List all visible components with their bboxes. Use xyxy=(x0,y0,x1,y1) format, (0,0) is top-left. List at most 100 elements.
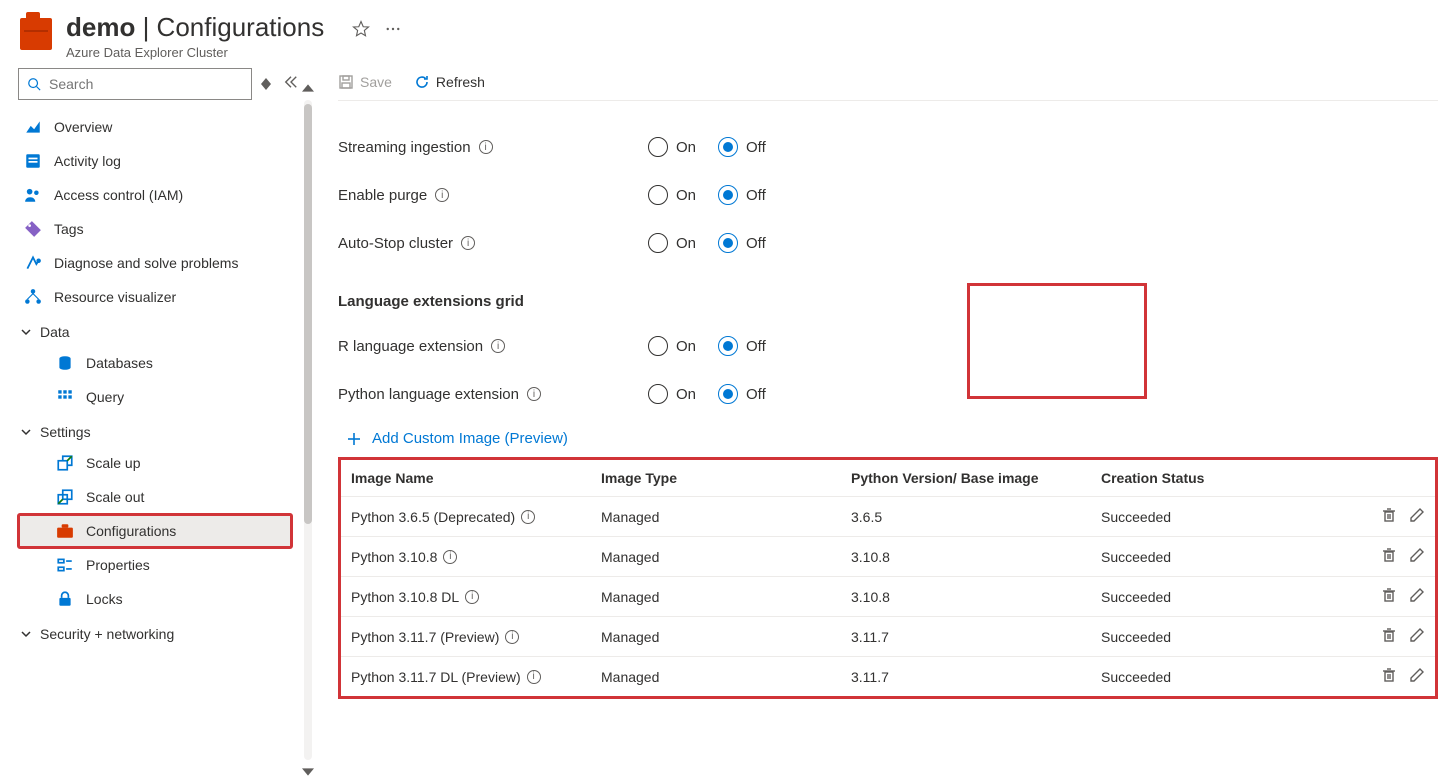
nav-search-input[interactable] xyxy=(47,75,243,93)
radio-purge-off[interactable]: Off xyxy=(718,185,766,205)
info-icon[interactable]: i xyxy=(527,387,541,401)
nav-item-locks[interactable]: Locks xyxy=(18,582,292,616)
nav-group-label: Data xyxy=(40,324,70,340)
info-icon[interactable]: i xyxy=(461,236,475,250)
page-title: demo | Configurations xyxy=(66,12,324,43)
radio-autostop-on[interactable]: On xyxy=(648,233,696,253)
radio-streaming-on[interactable]: On xyxy=(648,137,696,157)
nav-item-resource-visualizer[interactable]: Resource visualizer xyxy=(18,280,292,314)
info-icon[interactable]: i xyxy=(435,188,449,202)
nav-item-scale-out[interactable]: Scale out xyxy=(18,480,292,514)
nav-item-scale-up[interactable]: Scale up xyxy=(18,446,292,480)
nav-item-query[interactable]: Query xyxy=(18,380,292,414)
edit-icon[interactable] xyxy=(1409,627,1425,646)
access-control-icon xyxy=(24,186,42,204)
image-status: Succeeded xyxy=(1091,577,1355,617)
radio-py-off[interactable]: Off xyxy=(718,384,766,404)
nav-item-label: Tags xyxy=(54,221,84,237)
setting-python-extension: Python language extensioni On Off xyxy=(338,370,1438,418)
configurations-icon xyxy=(56,522,74,540)
delete-icon[interactable] xyxy=(1381,587,1397,606)
delete-icon[interactable] xyxy=(1381,627,1397,646)
edit-icon[interactable] xyxy=(1409,547,1425,566)
more-ellipsis-icon[interactable] xyxy=(384,20,402,38)
info-icon[interactable]: i xyxy=(443,550,457,564)
nav-item-label: Configurations xyxy=(86,523,176,539)
nav-item-overview[interactable]: Overview xyxy=(18,110,292,144)
setting-label-text: R language extension xyxy=(338,338,483,355)
image-version: 3.10.8 xyxy=(841,537,1091,577)
radio-py-on[interactable]: On xyxy=(648,384,696,404)
scale-up-icon xyxy=(56,454,74,472)
image-status: Succeeded xyxy=(1091,617,1355,657)
nav-group-label: Security + networking xyxy=(40,626,174,642)
nav-search-box[interactable] xyxy=(18,68,252,100)
image-status: Succeeded xyxy=(1091,657,1355,697)
radio-r-off[interactable]: Off xyxy=(718,336,766,356)
info-icon[interactable]: i xyxy=(479,140,493,154)
info-icon[interactable]: i xyxy=(465,590,479,604)
scale-out-icon xyxy=(56,488,74,506)
setting-label-text: Enable purge xyxy=(338,187,427,204)
setting-enable-purge: Enable purge i On Off xyxy=(338,171,1438,219)
nav-item-label: Databases xyxy=(86,355,153,371)
table-row: Python 3.11.7 DL (Preview)iManaged3.11.7… xyxy=(341,657,1435,697)
nav-item-label: Access control (IAM) xyxy=(54,187,183,203)
col-creation-status: Creation Status xyxy=(1091,460,1355,497)
info-icon[interactable]: i xyxy=(505,630,519,644)
radio-r-on[interactable]: On xyxy=(648,336,696,356)
nav-item-tags[interactable]: Tags xyxy=(18,212,292,246)
edit-icon[interactable] xyxy=(1409,507,1425,526)
image-name: Python 3.10.8 xyxy=(351,549,437,565)
nav-item-access-control[interactable]: Access control (IAM) xyxy=(18,178,292,212)
image-type: Managed xyxy=(591,537,841,577)
delete-icon[interactable] xyxy=(1381,507,1397,526)
radio-autostop-off[interactable]: Off xyxy=(718,233,766,253)
nav-item-configurations[interactable]: Configurations xyxy=(18,514,292,548)
add-custom-image-button[interactable]: Add Custom Image (Preview) xyxy=(346,430,1438,447)
info-icon[interactable]: i xyxy=(491,339,505,353)
images-table-highlight: Image Name Image Type Python Version/ Ba… xyxy=(338,457,1438,699)
favorite-star-icon[interactable] xyxy=(352,20,370,38)
setting-streaming-ingestion: Streaming ingestion i On Off xyxy=(338,123,1438,171)
collapse-nav-icon[interactable] xyxy=(280,71,302,98)
nav-group-label: Settings xyxy=(40,424,91,440)
nav-group-data[interactable]: Data xyxy=(18,314,292,346)
image-type: Managed xyxy=(591,577,841,617)
save-label: Save xyxy=(360,74,392,90)
col-image-name: Image Name xyxy=(341,460,591,497)
add-custom-label: Add Custom Image (Preview) xyxy=(372,430,568,447)
image-name: Python 3.10.8 DL xyxy=(351,589,459,605)
nav-item-activity-log[interactable]: Activity log xyxy=(18,144,292,178)
setting-label-text: Streaming ingestion xyxy=(338,139,471,156)
image-version: 3.11.7 xyxy=(841,617,1091,657)
diagnose-icon xyxy=(24,254,42,272)
info-icon[interactable]: i xyxy=(521,510,535,524)
edit-icon[interactable] xyxy=(1409,667,1425,686)
radio-streaming-off[interactable]: Off xyxy=(718,137,766,157)
locks-icon xyxy=(56,590,74,608)
nav-item-label: Scale out xyxy=(86,489,144,505)
radio-purge-on[interactable]: On xyxy=(648,185,696,205)
image-version: 3.11.7 xyxy=(841,657,1091,697)
nav-item-databases[interactable]: Databases xyxy=(18,346,292,380)
page-subtitle: Azure Data Explorer Cluster xyxy=(66,45,324,60)
nav-scrollbar[interactable] xyxy=(304,100,312,760)
nav-item-properties[interactable]: Properties xyxy=(18,548,292,582)
edit-icon[interactable] xyxy=(1409,587,1425,606)
col-image-type: Image Type xyxy=(591,460,841,497)
image-status: Succeeded xyxy=(1091,497,1355,537)
table-row: Python 3.6.5 (Deprecated)iManaged3.6.5Su… xyxy=(341,497,1435,537)
tags-icon xyxy=(24,220,42,238)
refresh-label: Refresh xyxy=(436,74,485,90)
nav-scrollbar-thumb[interactable] xyxy=(304,104,312,524)
delete-icon[interactable] xyxy=(1381,667,1397,686)
nav-item-diagnose[interactable]: Diagnose and solve problems xyxy=(18,246,292,280)
nav-group-settings[interactable]: Settings xyxy=(18,414,292,446)
save-button: Save xyxy=(338,74,392,90)
nav-group-security[interactable]: Security + networking xyxy=(18,616,292,648)
delete-icon[interactable] xyxy=(1381,547,1397,566)
info-icon[interactable]: i xyxy=(527,670,541,684)
nav-sort-toggle[interactable] xyxy=(260,78,272,90)
refresh-button[interactable]: Refresh xyxy=(414,74,485,90)
